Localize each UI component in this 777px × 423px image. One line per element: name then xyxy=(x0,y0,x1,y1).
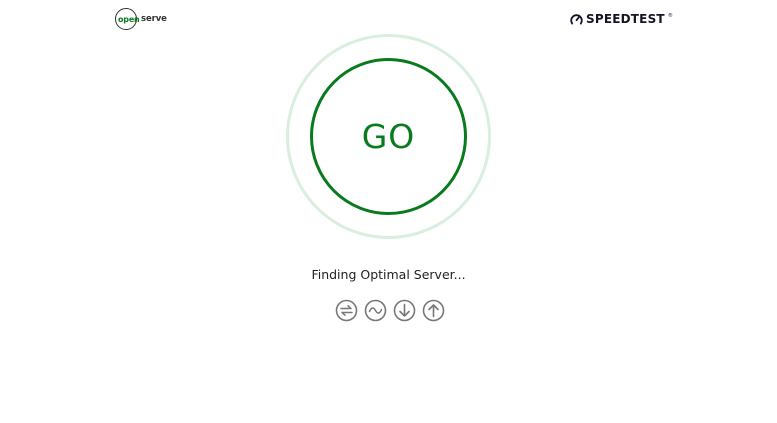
openserve-logo-open: open xyxy=(118,14,140,24)
ping-icon xyxy=(335,299,358,322)
page: open serve SPEEDTEST ® GO Finding Optima… xyxy=(0,0,777,423)
go-button[interactable]: GO xyxy=(310,58,467,215)
metric-icons xyxy=(335,299,445,322)
openserve-logo-serve: serve xyxy=(141,14,167,24)
speedtest-logo[interactable]: SPEEDTEST ® xyxy=(570,12,673,26)
jitter-icon xyxy=(364,299,387,322)
openserve-logo-mark: open xyxy=(115,8,140,30)
go-button-label: GO xyxy=(361,117,416,156)
speedtest-logo-text: SPEEDTEST xyxy=(586,12,665,26)
speedtest-logo-trademark: ® xyxy=(667,13,673,19)
speedometer-icon xyxy=(570,13,583,24)
upload-icon xyxy=(422,299,445,322)
download-icon xyxy=(393,299,416,322)
openserve-logo[interactable]: open serve xyxy=(115,7,167,31)
status-text: Finding Optimal Server... xyxy=(311,267,466,282)
